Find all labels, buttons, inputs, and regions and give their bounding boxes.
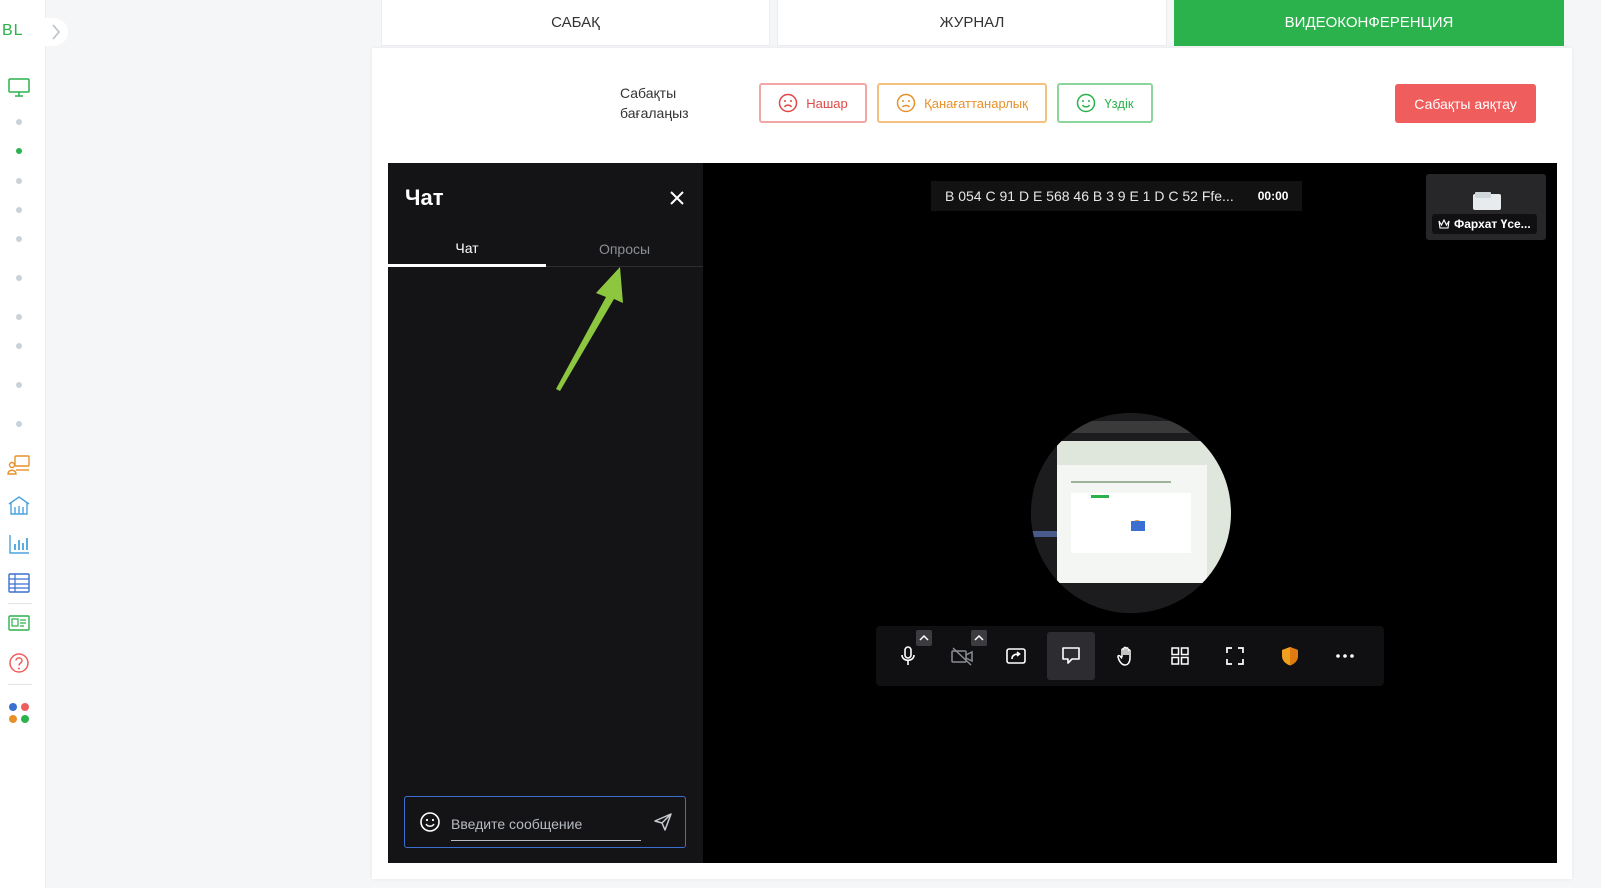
smile-icon [420,812,440,832]
arrow-annotation [556,267,623,391]
sidebar-divider [8,684,32,685]
microphone-options-button[interactable] [916,630,932,646]
sidebar-item-school[interactable] [6,492,32,518]
camera-off-icon [951,647,973,666]
more-horizontal-icon [1336,654,1354,658]
sidebar-subitem[interactable] [16,314,22,320]
sidebar-subitem-active[interactable] [16,148,22,154]
microphone-icon [901,646,915,665]
grid-icon [1171,647,1189,665]
id-card-icon [8,615,30,631]
video-conference: Чат Чат Опросы B 054 C 91 D E 568 46 B 3… [388,163,1557,863]
sidebar-subitem[interactable] [16,421,22,427]
participant-name-tag: Фархат Үсе... [1432,214,1537,234]
sidebar-item-analytics[interactable] [6,531,32,557]
rate-bad-label: Нашар [806,95,848,111]
sidebar-item-lessons[interactable] [6,74,32,100]
fullscreen-icon [1226,647,1244,665]
apps-icon [9,703,29,723]
rate-bad-button[interactable]: Нашар [759,83,867,123]
tab-journal[interactable]: ЖУРНАЛ [777,0,1167,46]
sidebar-subitem[interactable] [16,119,22,125]
sidebar-item-teaching[interactable] [6,452,32,478]
screen-share-preview [1031,413,1231,613]
share-screen-button[interactable] [992,632,1040,680]
chat-message-input[interactable] [451,807,641,841]
table-icon [8,573,30,593]
screen-share-thumbnail [1473,192,1501,210]
sidebar-subitem[interactable] [16,275,22,281]
raise-hand-button[interactable] [1102,632,1150,680]
rate-excellent-button[interactable]: Үздік [1057,83,1153,123]
send-message-button[interactable] [653,812,673,832]
rate-satisfactory-label: Қанағаттанарлық [924,95,1028,111]
tile-view-button[interactable] [1156,632,1204,680]
participant-name: Фархат Үсе... [1454,217,1531,231]
send-icon [654,813,672,831]
chevron-up-icon [974,634,984,641]
chat-panel: Чат Чат Опросы [388,163,703,863]
rate-label-line1: Сабақты [620,85,677,101]
rate-label-line2: бағалаңыз [620,105,689,121]
app-logo[interactable]: BL [2,22,24,40]
chat-input-box [404,796,686,848]
finish-lesson-button[interactable]: Сабақты аяқтау [1395,84,1536,123]
chat-icon [1062,647,1080,664]
sidebar-subitem[interactable] [16,236,22,242]
sidebar-subitem[interactable] [16,382,22,388]
room-name: B 054 C 91 D E 568 46 B 3 9 E 1 D C 52 F… [945,188,1234,204]
happy-face-icon [1077,93,1096,113]
call-toolbar [876,626,1384,686]
presentation-icon [7,455,30,475]
camera-options-button[interactable] [971,630,987,646]
sad-face-icon [778,93,798,113]
sidebar-item-schedule[interactable] [6,570,32,596]
fullscreen-button[interactable] [1211,632,1259,680]
chevron-up-icon [919,634,929,641]
emoji-button[interactable] [419,811,441,833]
chat-toggle-button[interactable] [1047,632,1095,680]
security-options-button[interactable] [1266,632,1314,680]
hand-icon [1117,646,1131,666]
crown-icon [1438,219,1450,229]
tab-lesson[interactable]: САБАҚ [381,0,770,46]
monitor-icon [8,78,30,97]
tab-videoconference[interactable]: ВИДЕОКОНФЕРЕНЦИЯ [1174,0,1564,46]
sidebar-subitem[interactable] [16,343,22,349]
help-icon [9,653,29,673]
rate-satisfactory-button[interactable]: Қанағаттанарлық [877,83,1047,123]
screen-share-icon [1006,648,1026,664]
tab-chat[interactable]: Чат [388,231,546,267]
chart-icon [9,535,29,554]
sidebar-toggle-button[interactable] [44,18,68,46]
chat-title: Чат [405,185,444,210]
sidebar-subitem[interactable] [16,207,22,213]
neutral-face-icon [896,93,916,113]
active-speaker-avatar [1031,413,1231,613]
rate-lesson-label: Сабақты бағалаңыз [620,83,689,123]
call-timer: 00:00 [1257,189,1289,203]
close-icon [670,191,684,205]
more-options-button[interactable] [1321,632,1369,680]
sidebar: BL [0,0,68,888]
room-title-bar: B 054 C 91 D E 568 46 B 3 9 E 1 D C 52 F… [931,181,1303,211]
rate-excellent-label: Үздік [1104,95,1134,111]
sidebar-item-profile[interactable] [6,610,32,636]
sidebar-divider [8,603,32,604]
close-chat-button[interactable] [668,189,686,207]
school-icon [8,496,30,515]
participant-thumbnail[interactable]: Фархат Үсе... [1426,174,1546,240]
sidebar-subitem[interactable] [16,178,22,184]
shield-icon [1282,647,1298,666]
sidebar-item-help[interactable] [6,650,32,676]
chevron-right-icon [52,24,61,40]
sidebar-item-apps[interactable] [6,700,32,726]
